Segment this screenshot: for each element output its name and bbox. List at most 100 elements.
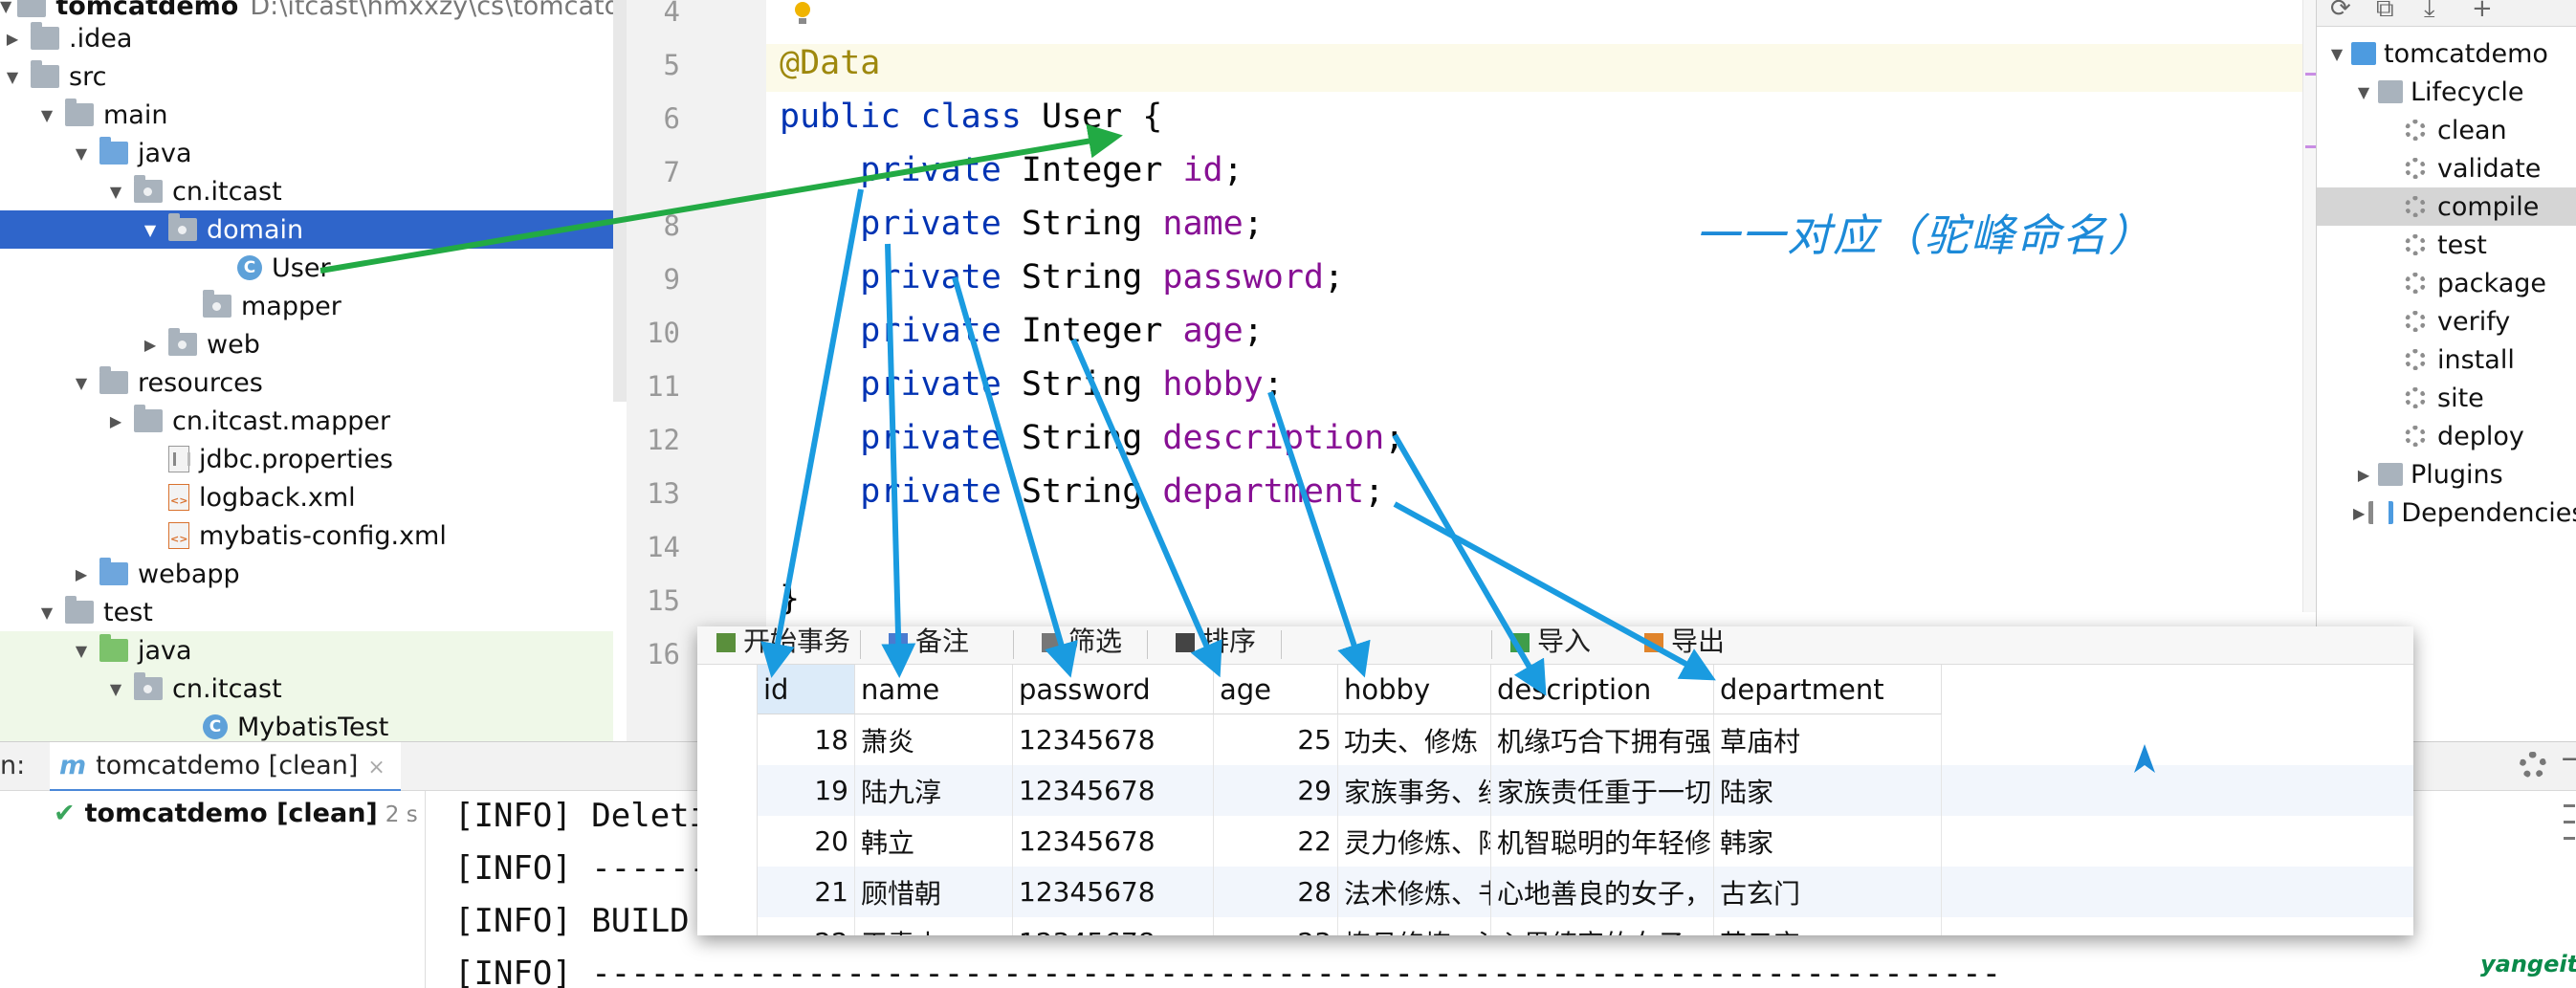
table-cell[interactable]: 家族事务、经 <box>1338 765 1491 816</box>
table-cell[interactable]: 炼丹修炼、法 <box>1338 917 1491 935</box>
chevron-right-icon[interactable]: ▶ <box>2353 466 2374 484</box>
table-cell[interactable]: 功夫、修炼 <box>1338 714 1491 765</box>
column-header-department[interactable]: department <box>1714 665 1942 714</box>
table-cell[interactable]: 20 <box>758 816 855 867</box>
chevron-down-icon[interactable]: ▼ <box>103 183 128 201</box>
tree-item[interactable]: ▶ cn.itcast.mapper <box>0 402 613 440</box>
chevron-down-icon[interactable]: ▼ <box>69 144 94 163</box>
table-cell[interactable]: 机智聪明的年轻修 <box>1491 816 1714 867</box>
chevron-down-icon[interactable]: ▼ <box>69 642 94 660</box>
column-header-description[interactable]: description <box>1491 665 1714 714</box>
column-header-hobby[interactable]: hobby <box>1338 665 1491 714</box>
column-header-password[interactable]: password <box>1013 665 1214 714</box>
tree-item[interactable]: C MybatisTest <box>0 708 613 741</box>
chevron-right-icon[interactable]: ▶ <box>69 565 94 583</box>
maven-item-verify[interactable]: verify <box>2317 302 2576 340</box>
table-cell[interactable]: 顾惜朝 <box>855 867 1013 917</box>
chevron-right-icon[interactable]: ▶ <box>2353 504 2365 522</box>
settings-gear-icon[interactable] <box>2520 752 2546 779</box>
maven-item-deploy[interactable]: deploy <box>2317 417 2576 455</box>
table-cell[interactable]: 21 <box>758 867 855 917</box>
tree-item[interactable]: ▼ java <box>0 134 613 172</box>
table-cell[interactable]: 法术修炼、书 <box>1338 867 1491 917</box>
hide-panel-icon[interactable]: − <box>2560 742 2576 776</box>
chevron-right-icon[interactable]: ▶ <box>138 336 163 354</box>
table-cell[interactable]: 22 <box>758 917 855 935</box>
tree-item[interactable]: logback.xml <box>0 478 613 516</box>
db-toolbar-button[interactable]: 导入 <box>1510 626 1591 659</box>
chevron-down-icon[interactable]: ▼ <box>34 106 59 124</box>
tree-item[interactable]: ▼ cn.itcast <box>0 670 613 708</box>
maven-item-install[interactable]: install <box>2317 340 2576 379</box>
tree-item[interactable]: ▼ test <box>0 593 613 631</box>
table-cell[interactable]: 25 <box>1214 714 1338 765</box>
chevron-down-icon[interactable]: ▼ <box>103 680 128 698</box>
table-cell[interactable]: 萧炎 <box>855 714 1013 765</box>
editor-scrollbar[interactable] <box>2302 0 2317 612</box>
wrap-lines-icon[interactable] <box>2564 804 2575 807</box>
chevron-right-icon[interactable]: ▶ <box>0 30 25 48</box>
chevron-down-icon[interactable]: ▼ <box>2353 83 2374 101</box>
tree-item[interactable]: ▼ java <box>0 631 613 670</box>
run-tab[interactable]: m tomcatdemo [clean] × <box>50 742 401 792</box>
table-cell[interactable]: 12345678 <box>1013 714 1214 765</box>
table-cell[interactable]: 12345678 <box>1013 917 1214 935</box>
add-icon[interactable]: + <box>2472 0 2493 23</box>
table-cell[interactable]: 苍云宗 <box>1714 917 1942 935</box>
tree-item[interactable]: ▶ .idea <box>0 19 613 57</box>
column-header-name[interactable]: name <box>855 665 1013 714</box>
maven-item-validate[interactable]: validate <box>2317 149 2576 187</box>
chevron-down-icon[interactable]: ▼ <box>0 68 25 86</box>
table-cell[interactable]: 机缘巧合下拥有强 <box>1491 714 1714 765</box>
maven-item-test[interactable]: test <box>2317 226 2576 264</box>
table-cell[interactable]: 12345678 <box>1013 765 1214 816</box>
tree-item[interactable]: jdbc.properties <box>0 440 613 478</box>
chevron-right-icon[interactable]: ▶ <box>103 412 128 430</box>
table-cell[interactable]: 王青山 <box>855 917 1013 935</box>
table-cell[interactable]: 29 <box>1214 765 1338 816</box>
tree-item[interactable]: ▼ resources <box>0 363 613 402</box>
chevron-down-icon[interactable]: ▼ <box>138 221 163 239</box>
chevron-down-icon[interactable]: ▼ <box>2326 45 2347 63</box>
table-cell[interactable]: 草庙村 <box>1714 714 1942 765</box>
maven-item-site[interactable]: site <box>2317 379 2576 417</box>
table-cell[interactable]: 古玄门 <box>1714 867 1942 917</box>
db-toolbar-button[interactable]: 排序 <box>1176 626 1256 659</box>
tree-item[interactable]: ▼ main <box>0 96 613 134</box>
tree-item[interactable]: C User <box>0 249 613 287</box>
table-cell[interactable]: 22 <box>1214 816 1338 867</box>
table-cell[interactable]: 19 <box>758 765 855 816</box>
table-cell[interactable]: 陆九淳 <box>855 765 1013 816</box>
table-cell[interactable]: 12345678 <box>1013 816 1214 867</box>
table-cell[interactable]: 12345678 <box>1013 867 1214 917</box>
db-toolbar-button[interactable]: 导出 <box>1644 626 1725 659</box>
maven-item-dependencies[interactable]: ▶ Dependencies <box>2317 494 2576 532</box>
table-cell[interactable]: 心地善良的女子， <box>1491 867 1714 917</box>
table-cell[interactable]: 家族责任重于一切 <box>1491 765 1714 816</box>
column-header-age[interactable]: age <box>1214 665 1338 714</box>
tree-item[interactable]: ▶ webapp <box>0 555 613 593</box>
table-cell[interactable]: 韩家 <box>1714 816 1942 867</box>
intention-bulb-icon[interactable] <box>793 2 812 27</box>
table-cell[interactable]: 心思缜密的女子， <box>1491 917 1714 935</box>
db-toolbar-button[interactable]: 备注 <box>889 626 969 659</box>
tree-item[interactable]: ▼ domain <box>0 210 613 249</box>
table-cell[interactable]: 18 <box>758 714 855 765</box>
maven-item-lifecycle[interactable]: ▼ Lifecycle <box>2317 73 2576 111</box>
close-icon[interactable]: × <box>367 756 385 779</box>
maven-item-clean[interactable]: clean <box>2317 111 2576 149</box>
table-cell[interactable]: 23 <box>1214 917 1338 935</box>
scroll-end-icon[interactable] <box>2564 821 2575 823</box>
download-icon[interactable]: ⤓ <box>2424 0 2435 24</box>
table-cell[interactable]: 灵力修炼、阵 <box>1338 816 1491 867</box>
db-toolbar-button[interactable]: 筛选 <box>1042 626 1122 659</box>
column-header-id[interactable]: id <box>758 665 855 714</box>
maven-item-compile[interactable]: compile <box>2317 187 2576 226</box>
tree-item[interactable]: mybatis-config.xml <box>0 516 613 555</box>
tree-item[interactable]: ▼ src <box>0 57 613 96</box>
db-toolbar-button[interactable]: 开始事务 <box>716 626 850 659</box>
table-cell[interactable]: 28 <box>1214 867 1338 917</box>
print-icon[interactable] <box>2564 837 2575 840</box>
maven-item-package[interactable]: package <box>2317 264 2576 302</box>
chevron-down-icon[interactable]: ▼ <box>69 374 94 392</box>
